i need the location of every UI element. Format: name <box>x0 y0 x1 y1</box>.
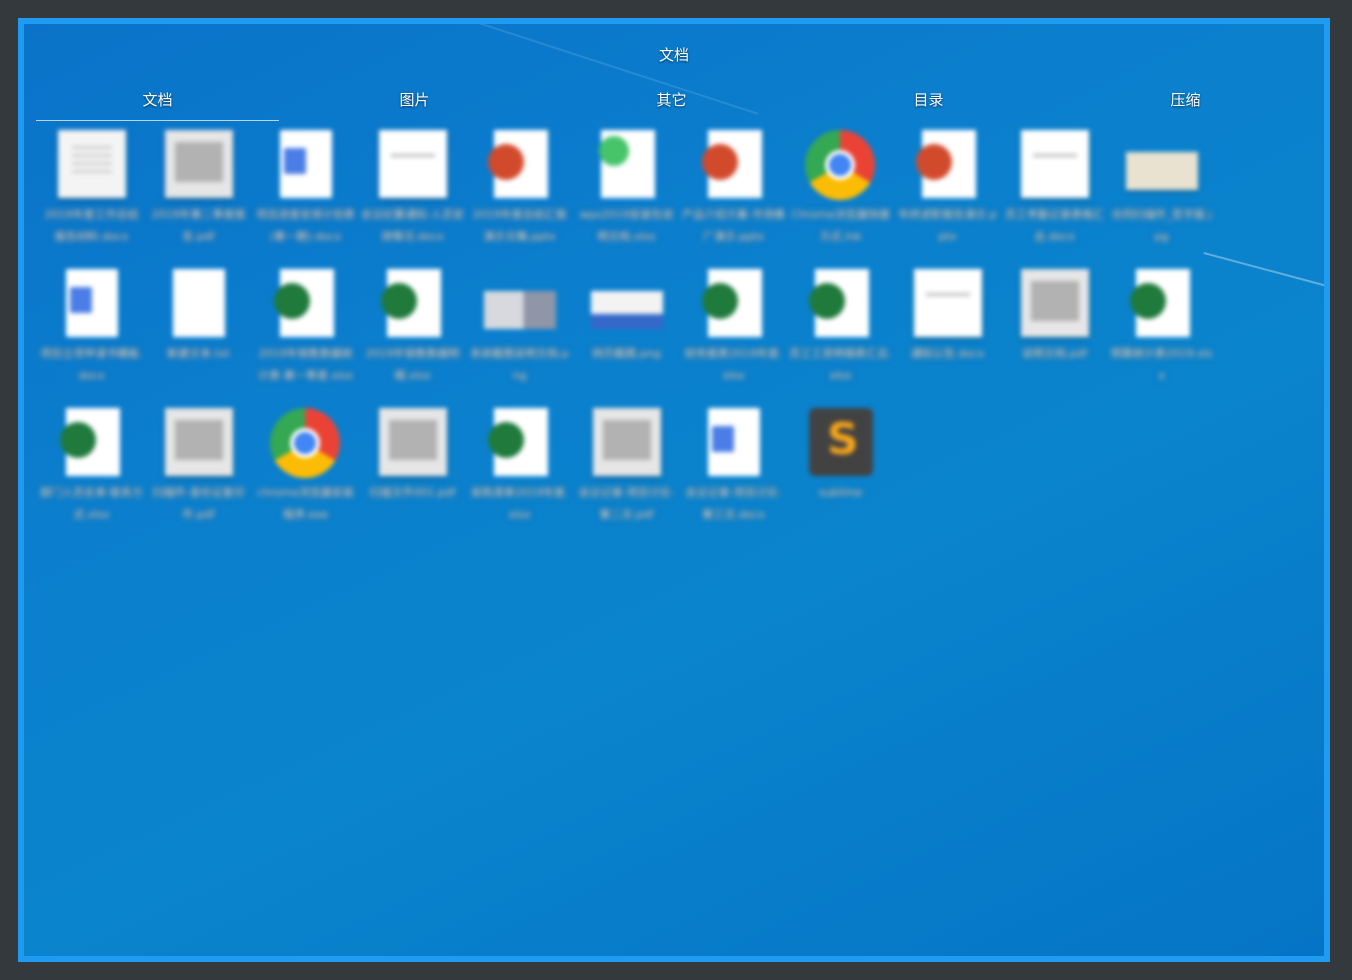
scanned-document-icon <box>165 130 233 198</box>
file-item[interactable]: 预算统计表2019.xlsx <box>1108 261 1215 391</box>
file-item[interactable]: 员工考勤记录表格汇总.docx <box>1001 122 1108 252</box>
scanned-document-icon <box>593 408 661 476</box>
file-name: 年终述职报告演示.pptx <box>898 208 997 243</box>
file-name: 网页截图.png <box>592 347 661 360</box>
wps-file-icon <box>599 130 655 198</box>
powerpoint-icon <box>488 130 548 198</box>
file-name: 会议纪要通知-人员安排情况.docx <box>361 208 464 243</box>
word-document-icon <box>708 408 760 476</box>
excel-icon <box>274 269 334 337</box>
excel-icon <box>381 269 441 337</box>
file-item[interactable]: 2019年度总结汇报演示文稿.pptx <box>466 122 573 252</box>
file-name: 预算统计表2019.xlsx <box>1110 347 1213 382</box>
chrome-icon <box>805 130 875 200</box>
powerpoint-icon <box>702 130 762 198</box>
word-document-icon <box>66 269 118 337</box>
file-name: sublime <box>818 486 863 499</box>
file-name: 项目立项申请书模板.docx <box>40 347 143 382</box>
file-item[interactable]: 员工工资明细表汇总.xlsx <box>787 261 894 391</box>
file-name: 2019年销售数据明细.xlsx <box>365 347 460 382</box>
file-name: 扫描件-身份证复印件.pdf <box>152 486 245 521</box>
file-item[interactable]: 项目进度安排计划表(第一期).docx <box>252 122 359 252</box>
chrome-icon <box>270 408 340 478</box>
file-item[interactable]: 项目立项申请书模板.docx <box>38 261 145 391</box>
file-name: 合同扫描件_签字版.jpg <box>1111 208 1212 243</box>
tab-pictures[interactable]: 图片 <box>293 82 536 120</box>
file-item[interactable]: 说明文档.pdf <box>1001 261 1108 391</box>
excel-icon <box>60 408 120 476</box>
sublime-text-icon <box>809 408 873 476</box>
file-name: 财务报表2019年度.xlsx <box>684 347 783 382</box>
file-name: 2019年度总结汇报演示文稿.pptx <box>472 208 567 243</box>
document-thumbnail-icon <box>379 130 447 198</box>
file-name: 部门人员名单-联系方式.xlsx <box>40 486 143 521</box>
file-item[interactable]: 新建文本.txt <box>145 261 252 391</box>
file-name: 通知公告.docx <box>910 347 985 360</box>
tab-documents[interactable]: 文档 <box>36 82 279 121</box>
file-item[interactable]: 年终述职报告演示.pptx <box>894 122 1001 252</box>
excel-icon <box>488 408 548 476</box>
file-name: 2019年销售数据统计表-第一季度.xlsx <box>257 347 354 382</box>
file-name: 会议记录-项目讨论-第二次.pdf <box>578 486 675 521</box>
file-name: 会议记录-项目讨论-第三次.docx <box>685 486 782 521</box>
file-name: 采购清单2019年度.xlsx <box>470 486 569 521</box>
blank-file-icon <box>173 269 225 337</box>
file-name: 员工工资明细表汇总.xlsx <box>789 347 892 382</box>
wallpaper-streak <box>1203 252 1324 291</box>
tab-archives[interactable]: 压缩 <box>1064 82 1307 120</box>
file-item[interactable]: 2019年度工作总结报告材料.docx <box>38 122 145 252</box>
launcher-window: 文档 文档 图片 其它 目录 压缩 2019年度工作总结报告材料.docx 20… <box>18 18 1330 962</box>
file-item[interactable]: chrome浏览器安装程序.exe <box>252 400 359 530</box>
excel-icon <box>809 269 869 337</box>
file-name: 项目进度安排计划表(第一期).docx <box>256 208 355 243</box>
file-item[interactable]: 扫描文件001.pdf <box>359 400 466 530</box>
file-item[interactable]: 2019年第二季度报告.pdf <box>145 122 252 252</box>
file-item[interactable]: 采购清单2019年度.xlsx <box>466 400 573 530</box>
word-document-icon <box>280 130 332 198</box>
screenshot-thumbnail-icon <box>591 291 663 329</box>
file-item[interactable]: sublime <box>787 400 894 530</box>
file-name: wps2019安装包说明文档.xlsx <box>579 208 674 243</box>
file-name: Chrome浏览器快捷方式.lnk <box>791 208 890 243</box>
tab-others[interactable]: 其它 <box>550 82 793 120</box>
file-item[interactable]: Chrome浏览器快捷方式.lnk <box>787 122 894 252</box>
file-item[interactable]: 产品介绍方案-市场推广演示.pptx <box>680 122 787 252</box>
file-name: 产品介绍方案-市场推广演示.pptx <box>682 208 785 243</box>
file-item[interactable]: 会议记录-项目讨论-第三次.docx <box>680 400 787 530</box>
file-name: chrome浏览器安装程序.exe <box>257 486 354 521</box>
document-thumbnail-icon <box>1021 130 1089 198</box>
powerpoint-icon <box>916 130 976 198</box>
file-item[interactable]: 合同扫描件_签字版.jpg <box>1108 122 1215 252</box>
scanned-document-icon <box>1021 269 1089 337</box>
file-item[interactable]: 财务报表2019年度.xlsx <box>680 261 787 391</box>
file-item[interactable]: 部门人员名单-联系方式.xlsx <box>38 400 145 530</box>
screenshot-thumbnail-icon <box>484 291 556 329</box>
file-item[interactable]: wps2019安装包说明文档.xlsx <box>573 122 680 252</box>
excel-icon <box>702 269 762 337</box>
file-item[interactable]: 通知公告.docx <box>894 261 1001 391</box>
file-name: 2019年第二季度报告.pdf <box>151 208 246 243</box>
file-name: 员工考勤记录表格汇总.docx <box>1005 208 1104 243</box>
document-thumbnail-icon <box>914 269 982 337</box>
file-name: 系统截图说明文档.png <box>470 347 569 382</box>
file-name: 新建文本.txt <box>167 347 230 360</box>
window-title: 文档 <box>658 46 689 64</box>
file-item[interactable]: 扫描件-身份证复印件.pdf <box>145 400 252 530</box>
file-item[interactable]: 会议纪要通知-人员安排情况.docx <box>359 122 466 252</box>
file-name: 2019年度工作总结报告材料.docx <box>44 208 139 243</box>
excel-icon <box>1130 269 1190 337</box>
category-tabs: 文档 图片 其它 目录 压缩 <box>36 82 1322 122</box>
file-name: 说明文档.pdf <box>1021 347 1088 360</box>
tab-directories[interactable]: 目录 <box>807 82 1050 120</box>
file-item[interactable]: 网页截图.png <box>573 261 680 391</box>
file-item[interactable]: 2019年销售数据明细.xlsx <box>359 261 466 391</box>
file-item[interactable]: 2019年销售数据统计表-第一季度.xlsx <box>252 261 359 391</box>
scanned-document-icon <box>379 408 447 476</box>
file-item[interactable]: 系统截图说明文档.png <box>466 261 573 391</box>
file-item[interactable]: 会议记录-项目讨论-第二次.pdf <box>573 400 680 530</box>
scanned-document-icon <box>165 408 233 476</box>
image-thumbnail-icon <box>1126 152 1198 190</box>
file-name: 扫描文件001.pdf <box>369 486 456 499</box>
document-thumbnail-icon <box>58 130 126 198</box>
